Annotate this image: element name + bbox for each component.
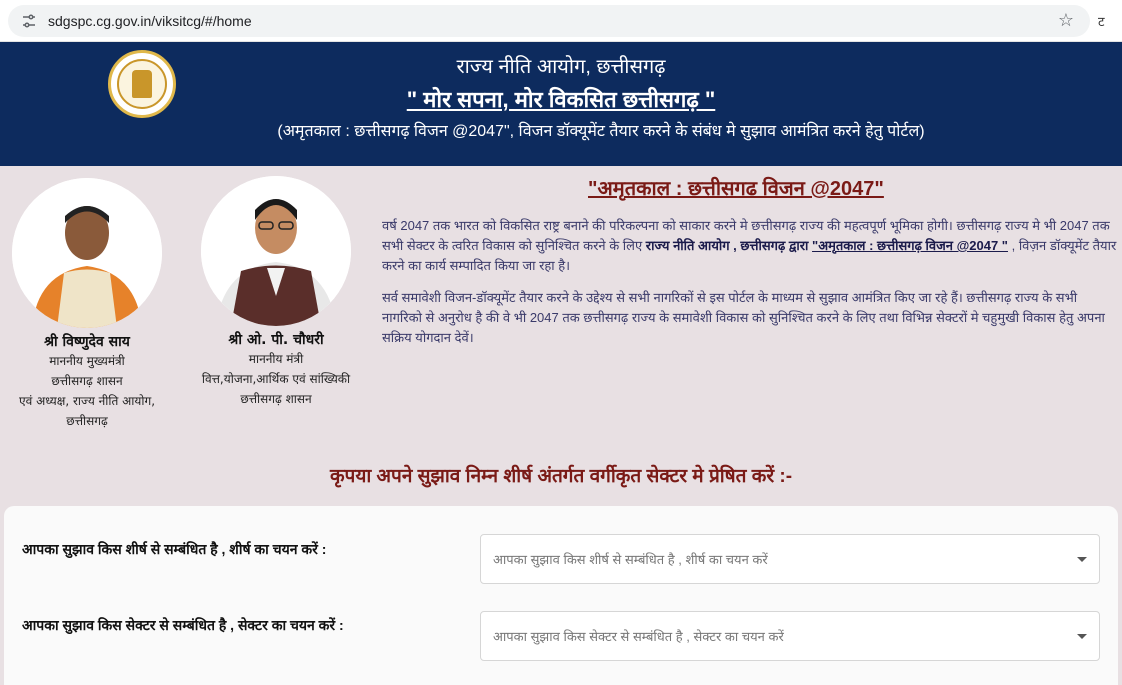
- intro-text-bold: राज्य नीति आयोग , छत्तीसगढ़ द्वारा: [645, 238, 813, 253]
- vision-link[interactable]: "अमृतकाल : छत्तीसगढ़ विजन @2047 ": [812, 238, 1008, 253]
- leader-designation-line: माननीय मंत्री: [248, 352, 304, 366]
- header-title: राज्य नीति आयोग, छत्तीसगढ़: [456, 56, 666, 78]
- leader-designation-line: एवं अध्यक्ष, राज्य नीति आयोग,: [18, 394, 156, 408]
- site-header: राज्य नीति आयोग, छत्तीसगढ़ " मोर सपना, म…: [0, 42, 1122, 166]
- sector-select[interactable]: आपका सुझाव किस सेक्टर से सम्बंधित है , स…: [480, 611, 1100, 661]
- extension-icon[interactable]: ट: [1098, 12, 1114, 30]
- address-bar[interactable]: sdgspc.cg.gov.in/viksitcg/#/home ☆: [8, 4, 1090, 37]
- vision-heading: "अमृतकाल : छत्तीसगढ विजन @2047": [588, 178, 884, 200]
- main-content: श्री विष्णुदेव साय माननीय मुख्यमंत्री छत…: [0, 166, 1122, 685]
- leader-photo-cm: [12, 178, 162, 328]
- leader-card-minister: श्री ओ. पी. चौधरी माननीय मंत्री वित्त,यो…: [198, 176, 354, 409]
- suggestion-form: आपका सुझाव किस शीर्ष से सम्बंधित है , शी…: [4, 506, 1118, 685]
- header-subtitle: (अमृतकाल : छत्तीसगढ़ विजन @2047", विजन ड…: [277, 123, 925, 140]
- leader-name-minister: श्री ओ. पी. चौधरी: [228, 332, 324, 348]
- url-text[interactable]: sdgspc.cg.gov.in/viksitcg/#/home: [48, 13, 1056, 29]
- chevron-down-icon: [1077, 556, 1087, 562]
- browser-toolbar: sdgspc.cg.gov.in/viksitcg/#/home ☆ ट: [0, 0, 1122, 42]
- leader-designation-line: माननीय मुख्यमंत्री: [49, 354, 125, 368]
- appeal-paragraph: सर्व समावेशी विजन-डॉक्यूमेंट तैयार करने …: [382, 290, 1105, 345]
- leader-photo-minister: [201, 176, 351, 326]
- topic-select-placeholder: आपका सुझाव किस शीर्ष से सम्बंधित है , शी…: [493, 552, 768, 567]
- leader-name-cm: श्री विष्णुदेव साय: [44, 334, 130, 350]
- bookmark-star-icon[interactable]: ☆: [1056, 10, 1076, 31]
- chevron-down-icon: [1077, 633, 1087, 639]
- leader-designation-line: छत्तीसगढ़: [66, 414, 108, 428]
- sector-select-placeholder: आपका सुझाव किस सेक्टर से सम्बंधित है , स…: [493, 629, 784, 644]
- leader-card-cm: श्री विष्णुदेव साय माननीय मुख्यमंत्री छत…: [12, 178, 162, 431]
- leader-designation-line: वित्त,योजना,आर्थिक एवं सांख्यिकी: [201, 372, 351, 386]
- leader-designation-line: छत्तीसगढ़ शासन: [51, 374, 123, 388]
- leader-designation-line: छत्तीसगढ़ शासन: [240, 392, 312, 406]
- intro-paragraph: वर्ष 2047 तक भारत को विकसित राष्ट्र बनान…: [382, 216, 1118, 276]
- site-settings-icon[interactable]: [18, 10, 40, 32]
- header-slogan: " मोर सपना, मोर विकसित छत्तीसगढ़ ": [406, 87, 716, 112]
- sector-label: आपका सुझाव किस सेक्टर से सम्बंधित है , स…: [22, 617, 344, 633]
- topic-select[interactable]: आपका सुझाव किस शीर्ष से सम्बंधित है , शी…: [480, 534, 1100, 584]
- topic-label: आपका सुझाव किस शीर्ष से सम्बंधित है , शी…: [22, 541, 327, 557]
- form-section-heading: कृपया अपने सुझाव निम्न शीर्ष अंतर्गत वर्…: [329, 466, 793, 487]
